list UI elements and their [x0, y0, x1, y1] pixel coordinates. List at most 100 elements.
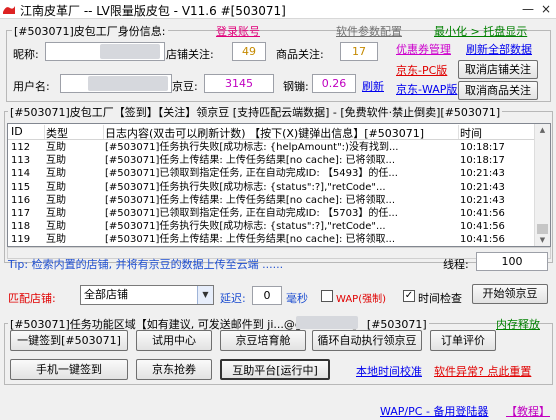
- minimize-icon[interactable]: —: [520, 1, 536, 17]
- time-check-checkbox[interactable]: ✓: [403, 290, 415, 302]
- cancel-product-follow-button[interactable]: 取消商品关注: [458, 81, 538, 100]
- window-title: 江南皮革厂 -- LV限量版皮包 - V11.6 #[503071]: [20, 4, 286, 18]
- log-content-cell: [#503071]任务上传结果: 上传任务结果[no cache]: 已将领取.…: [105, 155, 396, 167]
- scroll-thumb[interactable]: [537, 224, 548, 234]
- refresh-link[interactable]: 刷新: [362, 78, 384, 94]
- time-check-label: 时间检查: [418, 292, 462, 305]
- steel-coin-label: 钢镚:: [283, 80, 309, 93]
- log-row[interactable]: 119 互助 [#503071]任务上传结果: 上传任务结果[no cache]: …: [8, 233, 536, 246]
- log-row[interactable]: 117 互助 [#503071]已领取到指定任务, 正在自动完成ID: 【5703】…: [8, 207, 536, 220]
- nickname-blur: [100, 44, 160, 59]
- log-time-cell: 10:21:43: [460, 181, 505, 193]
- wap-label: WAP(强制): [336, 294, 387, 305]
- log-time-cell: 10:41:56: [460, 221, 505, 233]
- start-button[interactable]: 开始领京豆: [472, 284, 548, 304]
- log-id-cell: 114: [11, 168, 31, 180]
- backup-login-link[interactable]: WAP/PC - 备用登陆器: [380, 403, 488, 419]
- log-type-cell: 互助: [46, 155, 66, 167]
- log-type-cell: 互助: [46, 142, 66, 153]
- log-time-cell: 10:18:17: [460, 155, 505, 167]
- shop-select[interactable]: 全部店铺 ▼: [80, 285, 214, 305]
- log-content-cell: [#503071]已领取到指定任务, 正在自动完成ID: 【5703】的任...: [105, 208, 398, 219]
- scroll-up-icon[interactable]: ▲: [535, 124, 550, 136]
- log-id-cell: 116: [11, 194, 31, 206]
- order-review-button[interactable]: 订单评价: [430, 330, 496, 351]
- one-click-signin-button[interactable]: 一键签到[#503071]: [10, 330, 128, 351]
- log-list[interactable]: ID 类型 日志内容(双击可以刷新计数) 【按下(X)键弹出信息】[#50307…: [7, 123, 551, 247]
- col-content[interactable]: 日志内容(双击可以刷新计数) 【按下(X)键弹出信息】[#503071]: [105, 125, 459, 140]
- shop-select-value: 全部店铺: [84, 288, 128, 301]
- coupon-manage-link[interactable]: 优惠券管理: [396, 41, 451, 57]
- memory-release-link[interactable]: 内存释放: [496, 316, 540, 332]
- log-time-cell: 10:18:17: [460, 142, 505, 153]
- minimize-tray-link[interactable]: 最小化 > 托盘显示: [434, 23, 527, 39]
- log-type-cell: 互助: [46, 194, 66, 206]
- log-type-cell: 互助: [46, 234, 66, 246]
- jd-pc-link[interactable]: 京东-PC版: [396, 62, 447, 78]
- log-type-cell: 互助: [46, 208, 66, 219]
- threads-input[interactable]: 100: [476, 252, 548, 271]
- nickname-label: 昵称:: [13, 48, 39, 61]
- email-blur: [296, 316, 358, 329]
- log-type-cell: 互助: [46, 221, 66, 233]
- cancel-shop-follow-button[interactable]: 取消店铺关注: [458, 60, 538, 79]
- product-follow-value: 17: [340, 42, 378, 61]
- log-type-cell: 互助: [46, 181, 66, 193]
- log-row[interactable]: 118 互助 [#503071]任务执行失败[成功标志: {status":?],"…: [8, 220, 536, 233]
- log-header: ID 类型 日志内容(双击可以刷新计数) 【按下(X)键弹出信息】[#50307…: [8, 124, 550, 140]
- jd-wap-link[interactable]: 京东-WAP版: [396, 81, 457, 97]
- wap-checkbox[interactable]: [321, 290, 333, 302]
- loop-auto-button[interactable]: 循环自动执行领京豆: [312, 330, 422, 351]
- trial-center-button[interactable]: 试用中心: [136, 330, 212, 351]
- jingdou-value: 3145: [204, 74, 274, 93]
- jingdou-cabin-button[interactable]: 京豆培育舱: [220, 330, 306, 351]
- chevron-down-icon[interactable]: ▼: [197, 286, 213, 304]
- software-reset-link[interactable]: 软件异常? 点此重置: [434, 363, 531, 379]
- log-row[interactable]: 113 互助 [#503071]任务上传结果: 上传任务结果[no cache]: …: [8, 154, 536, 167]
- log-time-cell: 10:41:56: [460, 234, 505, 246]
- log-time-cell: 10:41:56: [460, 208, 505, 219]
- log-time-cell: 10:21:43: [460, 194, 505, 206]
- title-bar: 江南皮革厂 -- LV限量版皮包 - V11.6 #[503071] — ×: [0, 0, 556, 19]
- log-row[interactable]: 115 互助 [#503071]任务执行失败[成功标志: {status":?],"…: [8, 181, 536, 194]
- login-link[interactable]: 登录账号: [216, 23, 260, 39]
- log-row[interactable]: 116 互助 [#503071]任务上传结果: 上传任务结果[no cache]: …: [8, 194, 536, 207]
- col-time[interactable]: 时间: [460, 125, 536, 140]
- shop-follow-label: 店铺关注:: [166, 48, 214, 61]
- account-group-title: [#503071]皮包工厂身份信息:: [12, 23, 168, 39]
- log-id-cell: 117: [11, 208, 31, 219]
- product-follow-label: 商品关注:: [276, 48, 324, 61]
- steel-coin-value: 0.26: [312, 74, 356, 93]
- log-content-cell: [#503071]任务上传结果: 上传任务结果[no cache]: 已将领取.…: [105, 234, 396, 246]
- username-label: 用户名:: [13, 80, 50, 93]
- username-blur: [88, 76, 168, 91]
- mutual-aid-button[interactable]: 互助平台[运行中]: [220, 359, 330, 380]
- log-id-cell: 118: [11, 221, 31, 233]
- shop-follow-value: 49: [232, 42, 266, 61]
- params-config-link[interactable]: 软件参数配置: [336, 23, 402, 39]
- log-content-cell: [#503071]任务执行失败[成功标志: {status":?],"retCo…: [105, 221, 386, 233]
- log-row[interactable]: 114 互助 [#503071]已领取到指定任务, 正在自动完成ID: 【5493】…: [8, 167, 536, 180]
- col-type[interactable]: 类型: [46, 125, 104, 140]
- mobile-signin-button[interactable]: 手机一键签到: [10, 359, 128, 380]
- delay-input[interactable]: 0: [252, 286, 282, 305]
- col-id[interactable]: ID: [11, 125, 45, 139]
- log-content-cell: [#503071]任务执行失败[成功标志: {status":?],"retCo…: [105, 181, 386, 193]
- log-type-cell: 互助: [46, 168, 66, 180]
- tutorial-link[interactable]: 【教程】: [506, 403, 550, 419]
- refresh-all-link[interactable]: 刷新全部数据: [466, 41, 532, 57]
- jingdou-label: 京豆:: [172, 80, 198, 93]
- log-id-cell: 119: [11, 234, 31, 246]
- log-row[interactable]: 112 互助 [#503071]任务执行失败[成功标志: {helpAmount":…: [8, 141, 536, 154]
- delay-label: 延迟:: [220, 292, 246, 305]
- scroll-down-icon[interactable]: ▼: [535, 234, 550, 246]
- local-time-calibrate-link[interactable]: 本地时间校准: [356, 363, 422, 379]
- log-id-cell: 113: [11, 155, 31, 167]
- delay-unit: 毫秒: [286, 292, 308, 305]
- close-icon[interactable]: ×: [538, 1, 554, 17]
- match-shop-label: 匹配店铺:: [8, 292, 56, 305]
- jd-coupon-grab-button[interactable]: 京东抢券: [136, 359, 212, 380]
- log-vertical-scrollbar[interactable]: ▲ ▼: [534, 124, 550, 246]
- app-logo-icon: [3, 6, 15, 14]
- log-content-cell: [#503071]任务上传结果: 上传任务结果[no cache]: 已将领取.…: [105, 194, 396, 206]
